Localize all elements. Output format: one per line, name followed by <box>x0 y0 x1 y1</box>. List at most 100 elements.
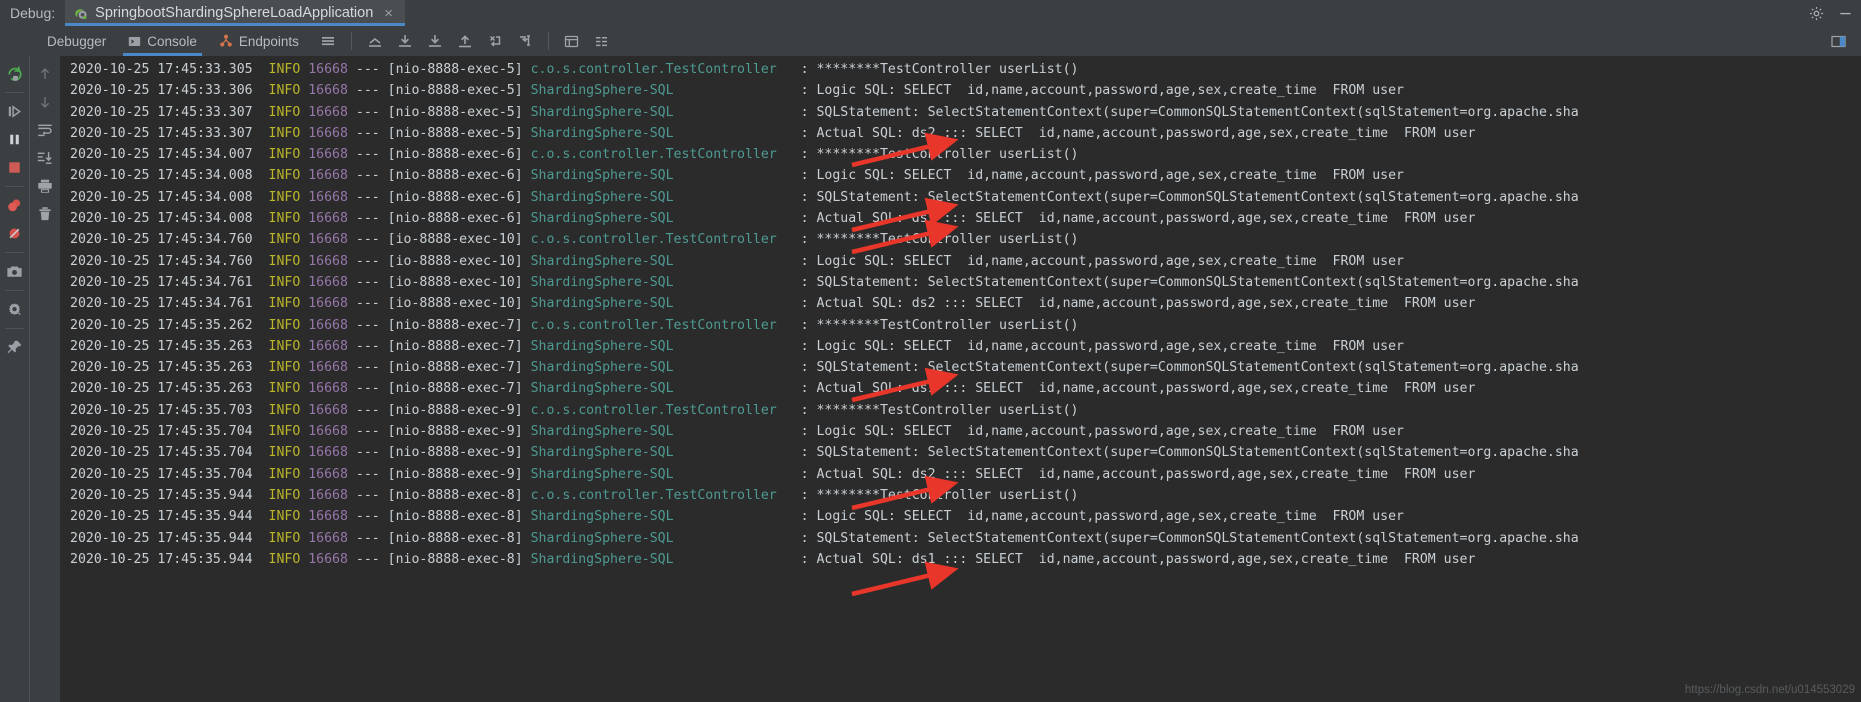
log-level: INFO <box>268 83 301 99</box>
log-logger: ShardingSphere-SQL <box>530 445 801 461</box>
endpoints-icon <box>219 34 233 48</box>
log-pid: 16668 <box>308 530 348 546</box>
drop-frame-icon[interactable] <box>483 29 507 53</box>
log-message: : SQLStatement: SelectStatementContext(s… <box>800 104 1579 120</box>
tab-endpoints[interactable]: Endpoints <box>208 26 310 56</box>
log-message: : ********TestController userList() <box>800 147 1079 163</box>
toolbar-divider <box>350 32 352 50</box>
log-level: INFO <box>268 551 301 567</box>
log-line: 2020-10-25 17:45:35.704 INFO 16668 --- [… <box>60 442 1861 463</box>
gear-icon[interactable] <box>1809 6 1824 21</box>
run-configuration-name: SpringbootShardingSphereLoadApplication <box>95 5 374 21</box>
log-thread: [nio-8888-exec-7] <box>387 338 523 354</box>
log-separator: --- <box>355 360 380 376</box>
log-thread: [nio-8888-exec-6] <box>387 211 523 227</box>
log-thread: [io-8888-exec-10] <box>387 232 523 248</box>
log-thread: [io-8888-exec-10] <box>387 253 523 269</box>
log-thread: [nio-8888-exec-6] <box>387 168 523 184</box>
log-message: : Actual SQL: ds1 ::: SELECT id,name,acc… <box>800 381 1476 397</box>
log-timestamp: 2020-10-25 17:45:34.761 <box>70 296 253 312</box>
log-pid: 16668 <box>308 445 348 461</box>
view-breakpoints-icon[interactable] <box>2 192 28 218</box>
log-thread: [nio-8888-exec-8] <box>387 530 523 546</box>
watches-icon[interactable] <box>590 29 614 53</box>
tab-endpoints-label: Endpoints <box>238 33 299 49</box>
log-logger: ShardingSphere-SQL <box>530 509 801 525</box>
run-configuration-tab[interactable]: SpringbootShardingSphereLoadApplication … <box>65 0 406 26</box>
log-thread: [nio-8888-exec-8] <box>387 551 523 567</box>
run-to-cursor-icon[interactable] <box>513 29 537 53</box>
log-pid: 16668 <box>308 466 348 482</box>
stop-icon[interactable] <box>2 154 28 180</box>
log-thread: [nio-8888-exec-5] <box>387 83 523 99</box>
step-out-icon[interactable] <box>363 29 387 53</box>
soft-wrap-icon[interactable] <box>32 117 58 143</box>
console-output-panel[interactable]: 2020-10-25 17:45:33.305 INFO 16668 --- [… <box>60 56 1861 702</box>
tab-debugger[interactable]: Debugger <box>36 26 117 56</box>
log-line: 2020-10-25 17:45:35.704 INFO 16668 --- [… <box>60 464 1861 485</box>
mute-breakpoints-icon[interactable] <box>2 220 28 246</box>
resume-program-icon[interactable] <box>2 98 28 124</box>
step-over-icon[interactable] <box>393 29 417 53</box>
log-separator: --- <box>355 530 380 546</box>
log-line: 2020-10-25 17:45:33.306 INFO 16668 --- [… <box>60 80 1861 101</box>
layout-menu-icon[interactable] <box>316 29 340 53</box>
log-timestamp: 2020-10-25 17:45:34.761 <box>70 274 253 290</box>
evaluate-expression-icon[interactable] <box>560 29 584 53</box>
log-logger: ShardingSphere-SQL <box>530 253 801 269</box>
log-thread: [io-8888-exec-10] <box>387 274 523 290</box>
log-separator: --- <box>355 211 380 227</box>
log-level: INFO <box>268 509 301 525</box>
log-timestamp: 2020-10-25 17:45:35.944 <box>70 509 253 525</box>
log-thread: [nio-8888-exec-9] <box>387 466 523 482</box>
log-logger: ShardingSphere-SQL <box>530 424 801 440</box>
scroll-to-end-icon[interactable] <box>32 145 58 171</box>
log-timestamp: 2020-10-25 17:45:34.008 <box>70 168 253 184</box>
log-pid: 16668 <box>308 83 348 99</box>
debug-workspace: 2020-10-25 17:45:33.305 INFO 16668 --- [… <box>0 56 1861 702</box>
log-line: 2020-10-25 17:45:34.008 INFO 16668 --- [… <box>60 208 1861 229</box>
clear-all-icon[interactable] <box>32 201 58 227</box>
log-line: 2020-10-25 17:45:34.760 INFO 16668 --- [… <box>60 251 1861 272</box>
rerun-icon[interactable] <box>2 60 28 86</box>
log-logger: ShardingSphere-SQL <box>530 189 801 205</box>
scroll-down-icon[interactable] <box>32 89 58 115</box>
log-level: INFO <box>268 125 301 141</box>
log-thread: [nio-8888-exec-7] <box>387 317 523 333</box>
tab-console[interactable]: Console <box>117 26 208 56</box>
log-message: : ********TestController userList() <box>800 317 1079 333</box>
restore-layout-icon[interactable] <box>1826 29 1850 53</box>
log-logger: ShardingSphere-SQL <box>530 83 801 99</box>
pause-program-icon[interactable] <box>2 126 28 152</box>
scroll-up-icon[interactable] <box>32 61 58 87</box>
log-thread: [nio-8888-exec-6] <box>387 147 523 163</box>
log-message: : ********TestController userList() <box>800 232 1079 248</box>
log-level: INFO <box>268 296 301 312</box>
settings-icon[interactable] <box>2 296 28 322</box>
step-into-icon[interactable] <box>423 29 447 53</box>
print-icon[interactable] <box>32 173 58 199</box>
force-step-into-icon[interactable] <box>453 29 477 53</box>
log-thread: [nio-8888-exec-8] <box>387 509 523 525</box>
log-logger: ShardingSphere-SQL <box>530 125 801 141</box>
log-separator: --- <box>355 296 380 312</box>
log-timestamp: 2020-10-25 17:45:35.944 <box>70 530 253 546</box>
gutter-divider-4 <box>5 290 24 291</box>
log-pid: 16668 <box>308 253 348 269</box>
log-thread: [nio-8888-exec-8] <box>387 487 523 503</box>
log-separator: --- <box>355 83 380 99</box>
log-level: INFO <box>268 253 301 269</box>
log-level: INFO <box>268 168 301 184</box>
screenshot-icon[interactable] <box>2 258 28 284</box>
close-icon[interactable]: × <box>380 6 397 21</box>
log-timestamp: 2020-10-25 17:45:34.007 <box>70 147 253 163</box>
log-level: INFO <box>268 487 301 503</box>
log-separator: --- <box>355 424 380 440</box>
log-timestamp: 2020-10-25 17:45:35.944 <box>70 551 253 567</box>
pin-tab-icon[interactable] <box>2 334 28 360</box>
log-level: INFO <box>268 317 301 333</box>
log-message: : ********TestController userList() <box>800 487 1079 503</box>
title-bar-actions <box>1809 0 1853 26</box>
log-level: INFO <box>268 232 301 248</box>
minimize-icon[interactable] <box>1838 6 1853 21</box>
